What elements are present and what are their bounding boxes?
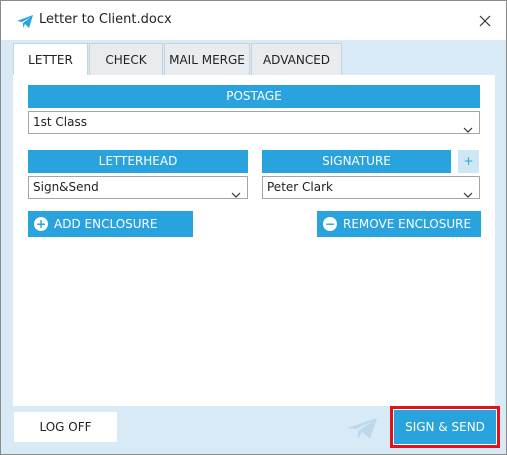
postage-select[interactable]: 1st Class xyxy=(28,111,480,134)
letter-panel: POSTAGE 1st Class LETTERHEAD Sign&Send S… xyxy=(13,75,495,406)
chevron-down-icon xyxy=(463,184,473,205)
tab-advanced[interactable]: ADVANCED xyxy=(251,43,342,75)
letterhead-select[interactable]: Sign&Send xyxy=(28,176,248,199)
chevron-down-icon xyxy=(463,119,473,140)
app-window: Letter to Client.docx LETTER CHECK MAIL … xyxy=(0,0,507,455)
signature-value: Peter Clark xyxy=(267,180,333,194)
close-icon xyxy=(479,15,491,27)
main-area: LETTER CHECK MAIL MERGE ADVANCED POSTAGE… xyxy=(1,40,506,454)
chevron-down-icon xyxy=(231,184,241,205)
paper-plane-icon xyxy=(17,14,33,28)
log-off-button[interactable]: LOG OFF xyxy=(14,412,117,442)
remove-enclosure-label: REMOVE ENCLOSURE xyxy=(343,217,472,231)
paper-plane-icon xyxy=(347,418,377,444)
close-button[interactable] xyxy=(474,10,496,32)
title-bar: Letter to Client.docx xyxy=(1,1,506,40)
add-signature-button[interactable]: + xyxy=(458,150,479,173)
add-enclosure-label: ADD ENCLOSURE xyxy=(54,217,158,231)
signature-header: SIGNATURE xyxy=(262,150,451,173)
signature-select[interactable]: Peter Clark xyxy=(262,176,480,199)
remove-enclosure-button[interactable]: − REMOVE ENCLOSURE xyxy=(317,211,481,237)
postage-value: 1st Class xyxy=(33,115,87,129)
tab-check[interactable]: CHECK xyxy=(89,43,163,75)
plus-icon: + xyxy=(34,217,48,231)
sign-and-send-button[interactable]: SIGN & SEND xyxy=(394,410,496,444)
minus-icon: − xyxy=(323,217,337,231)
letterhead-value: Sign&Send xyxy=(33,180,99,194)
postage-header: POSTAGE xyxy=(28,85,480,108)
tab-mail-merge[interactable]: MAIL MERGE xyxy=(164,43,250,75)
window-title: Letter to Client.docx xyxy=(39,12,172,27)
tab-letter[interactable]: LETTER xyxy=(13,43,88,76)
add-enclosure-button[interactable]: + ADD ENCLOSURE xyxy=(28,211,193,237)
letterhead-header: LETTERHEAD xyxy=(28,150,248,173)
